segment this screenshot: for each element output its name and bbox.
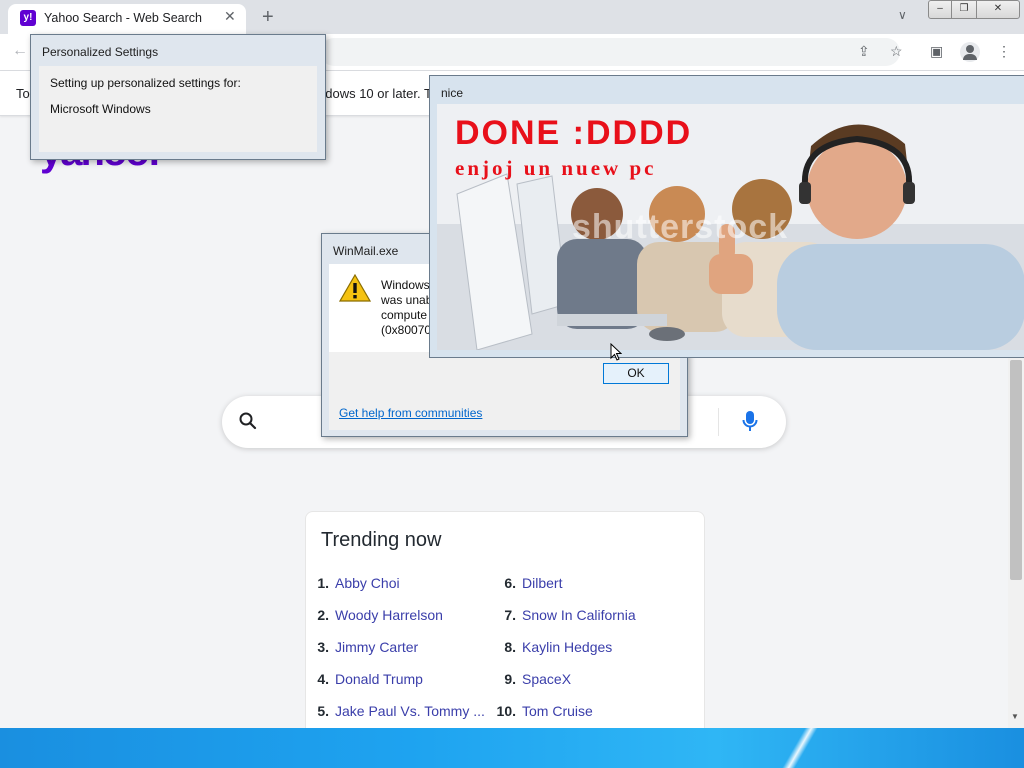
taskbar-light-streak [780,728,820,768]
browser-tab-strip: y! Yahoo Search - Web Search ✕ + ∨ – ❐ ✕ [0,0,1024,34]
search-divider [718,408,719,436]
trending-item[interactable]: 3. Jimmy Carter [307,639,418,655]
scroll-down-arrow-icon[interactable]: ▼ [1011,712,1019,721]
personalized-settings-dialog: Personalized Settings Setting up persona… [30,34,326,160]
tab-title: Yahoo Search - Web Search [44,11,202,25]
dialog-message: Microsoft Windows [50,102,151,116]
warning-icon [338,273,372,307]
new-tab-button[interactable]: + [262,6,274,29]
trending-item[interactable]: 5. Jake Paul Vs. Tommy ... [307,703,485,719]
close-tab-icon[interactable]: ✕ [224,8,236,25]
infobar-text-right: ndows 10 or later. T [318,86,432,101]
window-close-button[interactable]: ✕ [976,0,1020,19]
dialog-message: Setting up personalized settings for: [50,76,241,90]
help-link[interactable]: Get help from communities [339,406,482,420]
page-scrollbar[interactable]: ▼ [1008,356,1024,728]
trending-panel: Trending now 1. Abby Choi 2. Woody Harrels… [305,511,705,743]
nice-image-window: nice DONE:DDDD enjoj un nuew pc shutter… [429,75,1024,358]
dialog-title: WinMail.exe [333,244,399,258]
ok-button[interactable]: OK [603,363,669,384]
tab-search-chevron-icon[interactable]: ∨ [898,8,907,22]
trending-item[interactable]: 2. Woody Harrelson [307,607,443,623]
search-icon[interactable] [238,411,258,436]
meme-text-line2: enjoj un nuew pc [455,156,657,180]
windows-taskbar [0,728,1024,768]
trending-item[interactable]: 6. Dilbert [494,575,562,591]
yahoo-favicon-icon: y! [20,10,36,26]
bookmark-star-icon[interactable]: ☆ [890,43,903,60]
restore-button[interactable]: ❐ [951,0,977,19]
trending-item[interactable]: 8. Kaylin Hedges [494,639,612,655]
kebab-menu-icon[interactable]: ⋮ [997,43,1011,60]
dialog-title: Personalized Settings [42,45,159,59]
side-panel-icon[interactable]: ▣ [930,43,943,60]
dialog-body: Setting up personalized settings for: Mi… [39,66,317,152]
share-icon[interactable]: ⇪ [858,43,870,60]
trending-item[interactable]: 9. SpaceX [494,671,571,687]
infobar-text-left: To [16,86,30,101]
back-arrow-icon[interactable]: ← [12,42,28,60]
minimize-button[interactable]: – [928,0,952,19]
trending-item[interactable]: 10. Tom Cruise [494,703,593,719]
stock-photo-image: DONE :DDDD enjoj un nuew pc shutterstock [437,104,1024,350]
dialog-button-area: OK Get help from communities [329,352,680,430]
image-watermark: shutterstock [572,208,789,246]
dialog-title: nice [441,86,464,100]
microphone-icon[interactable] [742,410,758,437]
address-bar[interactable] [320,38,900,66]
mouse-cursor-icon [610,342,623,366]
trending-title: Trending now [321,529,442,551]
profile-avatar-icon[interactable] [960,42,980,62]
trending-item[interactable]: 7. Snow In California [494,607,635,623]
browser-tab[interactable]: y! Yahoo Search - Web Search ✕ [8,4,246,34]
trending-item[interactable]: 4. Donald Trump [307,671,423,687]
trending-item[interactable]: 1. Abby Choi [307,575,399,591]
scrollbar-thumb[interactable] [1010,360,1022,580]
meme-text-line1: DONE :DDDD [455,114,693,152]
